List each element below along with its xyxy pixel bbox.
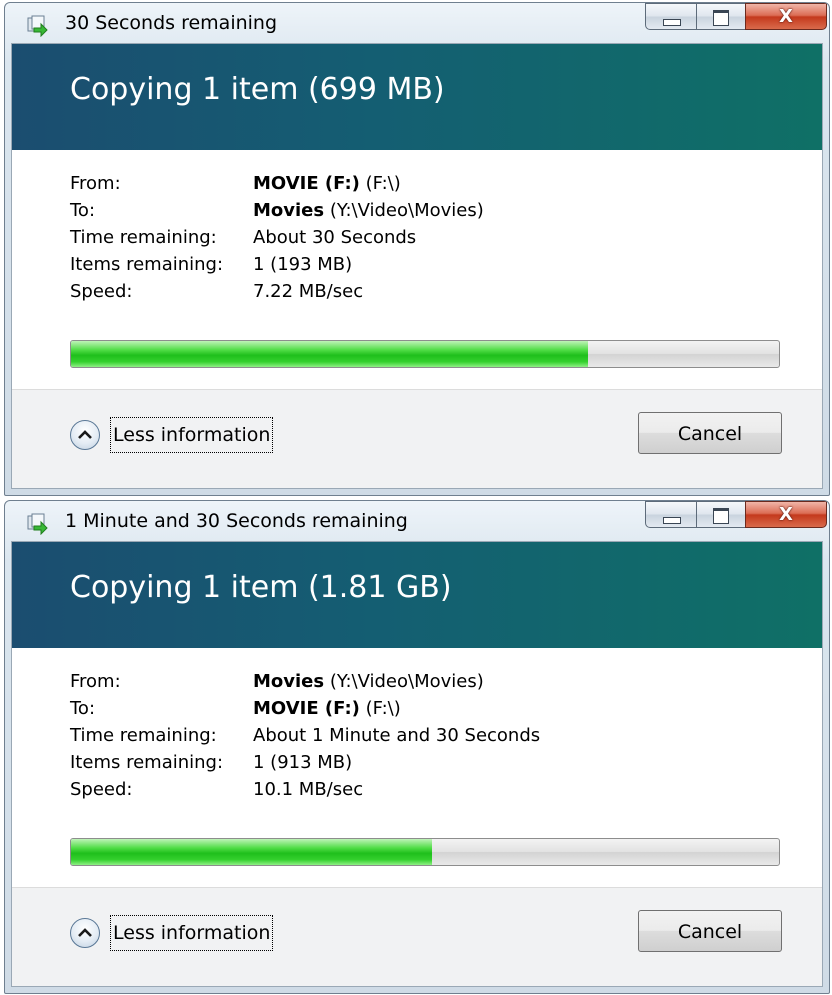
- copy-arrow-icon: [27, 15, 49, 38]
- from-value[interactable]: Movies (Y:\Video\Movies): [253, 668, 484, 695]
- to-path: (F:\): [359, 698, 401, 719]
- from-name: MOVIE (F:): [253, 173, 360, 194]
- copy-arrow-icon: [27, 513, 49, 536]
- close-button[interactable]: X: [745, 501, 827, 528]
- speed-value: 7.22 MB/sec: [253, 281, 364, 302]
- time-remaining-label: Time remaining:: [70, 227, 217, 248]
- progress-fill: [71, 839, 433, 865]
- speed-value: 10.1 MB/sec: [253, 779, 364, 800]
- items-remaining-label: Items remaining:: [70, 254, 224, 275]
- items-remaining-value: 1 (913 MB): [253, 752, 353, 773]
- close-button[interactable]: X: [745, 3, 827, 30]
- maximize-icon: [713, 10, 729, 26]
- time-remaining-value: About 30 Seconds: [253, 227, 417, 248]
- to-value[interactable]: Movies (Y:\Video\Movies): [253, 197, 484, 224]
- items-remaining-label: Items remaining:: [70, 752, 224, 773]
- title-bar[interactable]: 1 Minute and 30 Seconds remaining X: [5, 501, 829, 541]
- from-row: From: Movies (Y:\Video\Movies): [70, 668, 770, 695]
- details-list: From: Movies (Y:\Video\Movies) To: MOVIE…: [70, 668, 770, 803]
- from-path: (Y:\Video\Movies): [324, 671, 484, 692]
- items-remaining-value: 1 (193 MB): [253, 254, 353, 275]
- dialog-footer: Less information Cancel: [12, 887, 822, 986]
- from-row: From: MOVIE (F:) (F:\): [70, 170, 770, 197]
- time-remaining-value: About 1 Minute and 30 Seconds: [253, 725, 541, 746]
- dialog-header: Copying 1 item (1.81 GB): [12, 542, 822, 648]
- to-label: To:: [70, 200, 96, 221]
- caption-buttons: X: [645, 3, 827, 31]
- speed-row: Speed: 10.1 MB/sec: [70, 776, 770, 803]
- details-list: From: MOVIE (F:) (F:\) To: Movies (Y:\Vi…: [70, 170, 770, 305]
- from-label: From:: [70, 671, 121, 692]
- progress-bar: [70, 340, 780, 368]
- chevron-up-circle-icon[interactable]: [70, 420, 100, 450]
- speed-label: Speed:: [70, 281, 133, 302]
- dialog-body: Copying 1 item (699 MB) From: MOVIE (F:)…: [11, 43, 823, 489]
- title-bar[interactable]: 30 Seconds remaining X: [5, 3, 829, 43]
- less-information-label[interactable]: Less information: [110, 915, 274, 951]
- from-label: From:: [70, 173, 121, 194]
- items-remaining-row: Items remaining: 1 (193 MB): [70, 251, 770, 278]
- to-row: To: Movies (Y:\Video\Movies): [70, 197, 770, 224]
- time-remaining-row: Time remaining: About 1 Minute and 30 Se…: [70, 722, 770, 749]
- close-icon: X: [779, 504, 793, 525]
- dialog-footer: Less information Cancel: [12, 389, 822, 488]
- minimize-button[interactable]: [645, 3, 697, 30]
- from-value[interactable]: MOVIE (F:) (F:\): [253, 170, 401, 197]
- items-remaining-row: Items remaining: 1 (913 MB): [70, 749, 770, 776]
- maximize-button[interactable]: [696, 501, 746, 528]
- to-value[interactable]: MOVIE (F:) (F:\): [253, 695, 401, 722]
- copy-dialog-1: 30 Seconds remaining X Copying 1 item (6…: [4, 2, 830, 496]
- window-title: 1 Minute and 30 Seconds remaining: [65, 510, 408, 532]
- dialog-body: Copying 1 item (1.81 GB) From: Movies (Y…: [11, 541, 823, 987]
- time-remaining-label: Time remaining:: [70, 725, 217, 746]
- speed-label: Speed:: [70, 779, 133, 800]
- to-path: (Y:\Video\Movies): [324, 200, 484, 221]
- from-name: Movies: [253, 671, 325, 692]
- copy-dialog-2: 1 Minute and 30 Seconds remaining X Copy…: [4, 500, 830, 994]
- header-title: Copying 1 item (699 MB): [70, 72, 445, 107]
- minimize-button[interactable]: [645, 501, 697, 528]
- maximize-icon: [713, 508, 729, 524]
- header-title: Copying 1 item (1.81 GB): [70, 570, 452, 605]
- dialog-header: Copying 1 item (699 MB): [12, 44, 822, 150]
- minimize-icon: [663, 517, 681, 524]
- cancel-button[interactable]: Cancel: [638, 910, 782, 952]
- to-row: To: MOVIE (F:) (F:\): [70, 695, 770, 722]
- to-label: To:: [70, 698, 96, 719]
- progress-bar: [70, 838, 780, 866]
- close-icon: X: [779, 6, 793, 27]
- progress-fill: [71, 341, 588, 367]
- less-information-label[interactable]: Less information: [110, 417, 274, 453]
- time-remaining-row: Time remaining: About 30 Seconds: [70, 224, 770, 251]
- speed-row: Speed: 7.22 MB/sec: [70, 278, 770, 305]
- minimize-icon: [663, 19, 681, 26]
- from-path: (F:\): [359, 173, 401, 194]
- maximize-button[interactable]: [696, 3, 746, 30]
- to-name: Movies: [253, 200, 325, 221]
- caption-buttons: X: [645, 501, 827, 529]
- chevron-up-circle-icon[interactable]: [70, 918, 100, 948]
- cancel-button[interactable]: Cancel: [638, 412, 782, 454]
- window-title: 30 Seconds remaining: [65, 12, 278, 34]
- to-name: MOVIE (F:): [253, 698, 360, 719]
